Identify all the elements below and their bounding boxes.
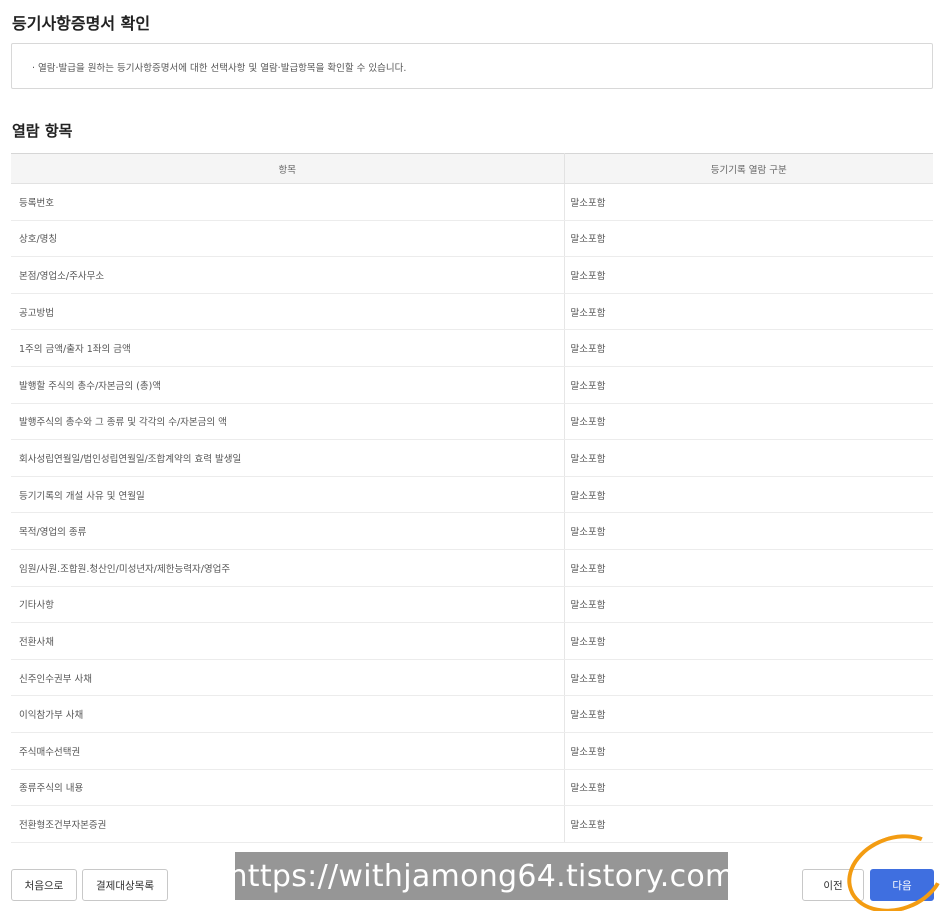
table-row: 이익참가부 사채 말소포함 xyxy=(11,695,933,733)
row-value-cell: 말소포함 xyxy=(564,586,933,624)
page-title: 등기사항증명서 확인 xyxy=(12,14,151,33)
row-item-cell: 목적/영업의 종류 xyxy=(11,512,565,550)
items-table: 항목 등기기록 열람 구분 등록번호 말소포함 상호/명칭 말소포함 본점/영업소/주사… xyxy=(11,153,933,843)
first-button[interactable]: 처음으로 xyxy=(11,869,77,901)
row-value-cell: 말소포함 xyxy=(564,622,933,660)
table-row: 주식매수선택권 말소포함 xyxy=(11,732,933,770)
row-value-cell: 말소포함 xyxy=(564,256,933,294)
payment-list-button[interactable]: 결제대상목록 xyxy=(82,869,168,901)
row-item-cell: 임원/사원.조합원.청산인/미성년자/제한능력자/영업주 xyxy=(11,549,565,587)
row-item-cell: 전환사채 xyxy=(11,622,565,660)
notice-text: · 열람·발급을 원하는 등기사항증명서에 대한 선택사항 및 열람·발급항목을… xyxy=(32,63,407,74)
table-row: 목적/영업의 종류 말소포함 xyxy=(11,512,933,550)
row-value-cell: 말소포함 xyxy=(564,293,933,331)
table-row: 전환사채 말소포함 xyxy=(11,622,933,660)
table-row: 발행할 주식의 총수/자본금의 (총)액 말소포함 xyxy=(11,366,933,404)
row-value-cell: 말소포함 xyxy=(564,220,933,258)
row-value-cell: 말소포함 xyxy=(564,329,933,367)
table-row: 본점/영업소/주사무소 말소포함 xyxy=(11,256,933,294)
row-item-cell: 본점/영업소/주사무소 xyxy=(11,256,565,294)
table-row: 상호/명칭 말소포함 xyxy=(11,220,933,258)
table-row: 발행주식의 총수와 그 종류 및 각각의 수/자본금의 액 말소포함 xyxy=(11,403,933,441)
row-value-cell: 말소포함 xyxy=(564,476,933,514)
row-item-cell: 공고방법 xyxy=(11,293,565,331)
row-item-cell: 발행할 주식의 총수/자본금의 (총)액 xyxy=(11,366,565,404)
row-item-cell: 종류주식의 내용 xyxy=(11,769,565,807)
row-item-cell: 전환형조건부자본증권 xyxy=(11,805,565,843)
row-item-cell: 상호/명칭 xyxy=(11,220,565,258)
row-value-cell: 말소포함 xyxy=(564,512,933,550)
column-header-view-type: 등기기록 열람 구분 xyxy=(564,153,933,184)
row-value-cell: 말소포함 xyxy=(564,805,933,843)
table-row: 공고방법 말소포함 xyxy=(11,293,933,331)
table-row: 등기기록의 개설 사유 및 연월일 말소포함 xyxy=(11,476,933,514)
table-row: 등록번호 말소포함 xyxy=(11,183,933,221)
row-value-cell: 말소포함 xyxy=(564,732,933,770)
table-row: 전환형조건부자본증권 말소포함 xyxy=(11,805,933,843)
notice-box: · 열람·발급을 원하는 등기사항증명서에 대한 선택사항 및 열람·발급항목을… xyxy=(11,43,933,89)
row-item-cell: 주식매수선택권 xyxy=(11,732,565,770)
row-item-cell: 이익참가부 사채 xyxy=(11,695,565,733)
row-value-cell: 말소포함 xyxy=(564,769,933,807)
next-button[interactable]: 다음 xyxy=(870,869,934,901)
row-item-cell: 등기기록의 개설 사유 및 연월일 xyxy=(11,476,565,514)
row-value-cell: 말소포함 xyxy=(564,439,933,477)
table-row: 종류주식의 내용 말소포함 xyxy=(11,769,933,807)
table-row: 회사성립연월일/법인성립연월일/조합계약의 효력 발생일 말소포함 xyxy=(11,439,933,477)
table-row: 신주인수권부 사채 말소포함 xyxy=(11,659,933,697)
row-value-cell: 말소포함 xyxy=(564,695,933,733)
table-row: 기타사항 말소포함 xyxy=(11,586,933,624)
row-value-cell: 말소포함 xyxy=(564,403,933,441)
prev-button[interactable]: 이전 xyxy=(802,869,864,901)
table-row: 1주의 금액/출자 1좌의 금액 말소포함 xyxy=(11,329,933,367)
row-value-cell: 말소포함 xyxy=(564,183,933,221)
row-item-cell: 신주인수권부 사채 xyxy=(11,659,565,697)
row-item-cell: 발행주식의 총수와 그 종류 및 각각의 수/자본금의 액 xyxy=(11,403,565,441)
row-item-cell: 회사성립연월일/법인성립연월일/조합계약의 효력 발생일 xyxy=(11,439,565,477)
section-title: 열람 항목 xyxy=(12,122,73,140)
row-item-cell: 기타사항 xyxy=(11,586,565,624)
row-value-cell: 말소포함 xyxy=(564,549,933,587)
table-header-row: 항목 등기기록 열람 구분 xyxy=(11,153,933,184)
row-item-cell: 1주의 금액/출자 1좌의 금액 xyxy=(11,329,565,367)
table-row: 임원/사원.조합원.청산인/미성년자/제한능력자/영업주 말소포함 xyxy=(11,549,933,587)
row-item-cell: 등록번호 xyxy=(11,183,565,221)
column-header-item: 항목 xyxy=(11,153,565,184)
row-value-cell: 말소포함 xyxy=(564,659,933,697)
row-value-cell: 말소포함 xyxy=(564,366,933,404)
watermark: https://withjamong64.tistory.com xyxy=(228,852,734,900)
